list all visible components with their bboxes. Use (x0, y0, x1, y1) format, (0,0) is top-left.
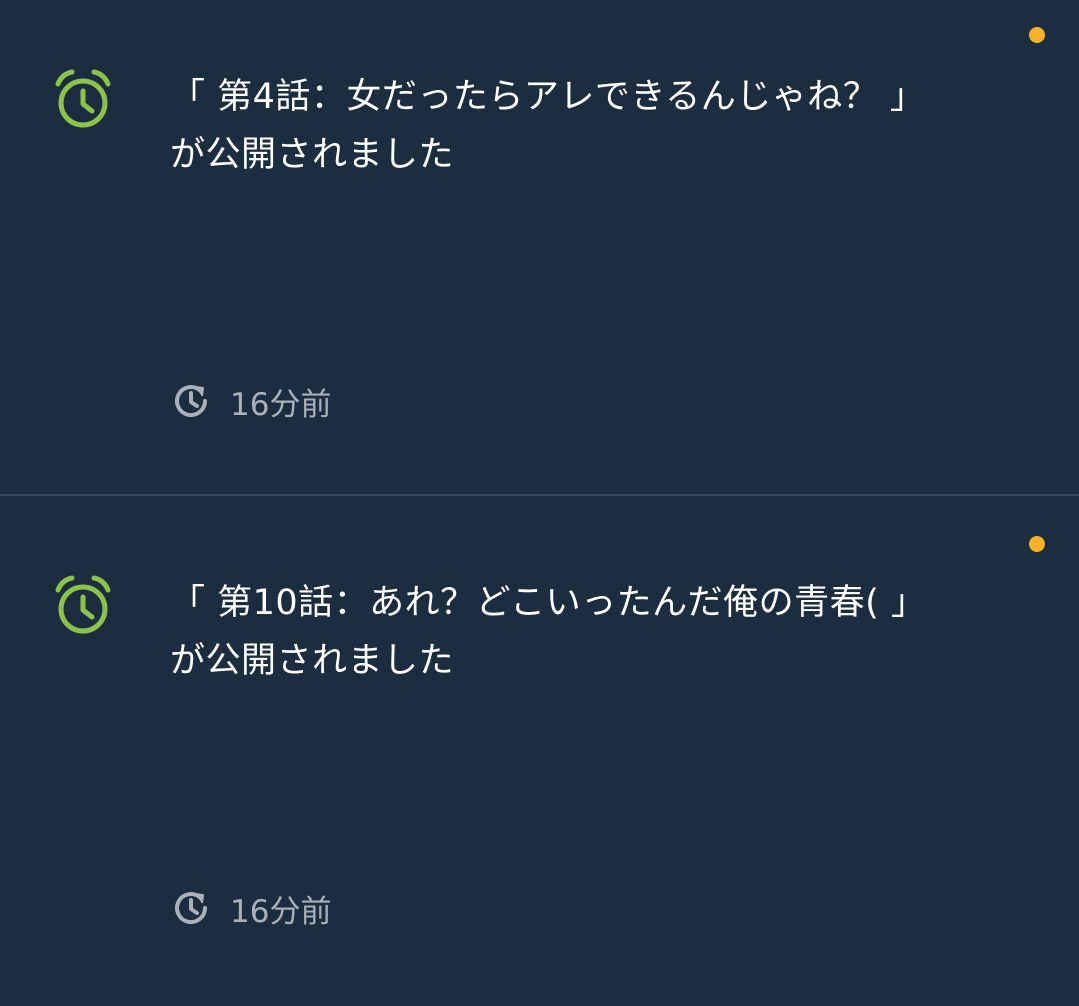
notification-list: 「 第4話：女だったらアレできるんじゃね？ 」 が公開されました 16分前 「 … (0, 0, 1079, 1006)
time-label: 16分前 (230, 893, 332, 930)
notification-time: 16分前 (172, 381, 332, 423)
episode-title: 「 第4話：女だったらアレできるんじゃね？ 」 (170, 77, 926, 117)
alarm-clock-icon (55, 69, 111, 128)
notification-item[interactable]: 「 第4話：女だったらアレできるんじゃね？ 」 が公開されました 16分前 (0, 0, 1079, 496)
episode-title: 「 第10話：あれ？どこいったんだ俺の青春( 」 (170, 583, 927, 623)
published-status: が公開されました (170, 641, 455, 681)
unread-dot (1029, 27, 1045, 43)
notification-time: 16分前 (172, 888, 332, 930)
history-clock-icon (175, 385, 207, 417)
notification-message: 「 第4話：女だったらアレできるんじゃね？ 」 が公開されました (170, 68, 1050, 184)
alarm-clock-icon (55, 575, 111, 634)
notification-item[interactable]: 「 第10話：あれ？どこいったんだ俺の青春( 」 が公開されました 16分前 (0, 498, 1079, 1006)
history-clock-icon (175, 892, 207, 924)
notification-message: 「 第10話：あれ？どこいったんだ俺の青春( 」 が公開されました (170, 574, 1050, 690)
unread-dot (1029, 536, 1045, 552)
time-label: 16分前 (230, 386, 332, 423)
published-status: が公開されました (170, 135, 455, 175)
